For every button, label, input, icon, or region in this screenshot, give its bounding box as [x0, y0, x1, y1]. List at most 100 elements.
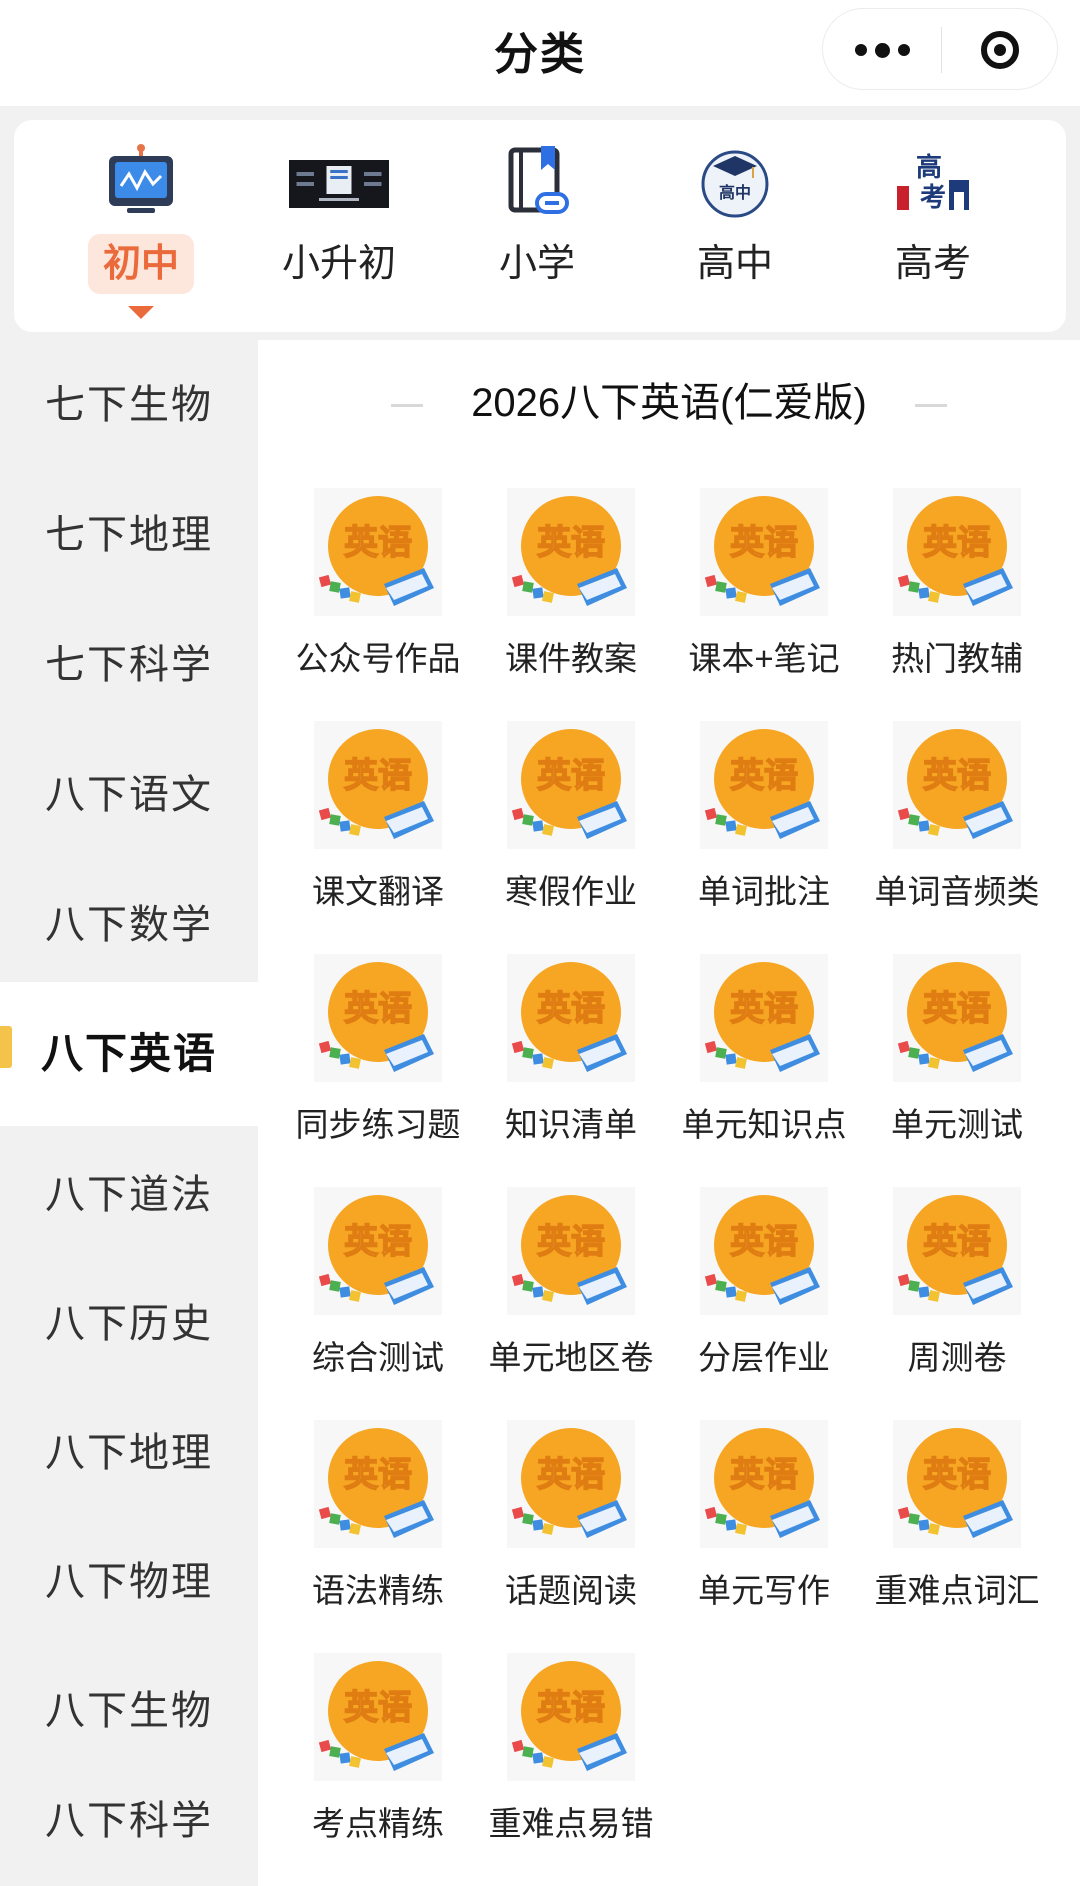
graduation-cap-badge-icon: 高中	[701, 150, 769, 218]
icon-badge-text: 英语	[344, 756, 412, 796]
resource-item[interactable]: 英语 单元知识点	[666, 954, 862, 1154]
resource-label: 重难点易错	[488, 1805, 654, 1842]
gaokao-gate-icon: 高 考	[897, 152, 969, 213]
sidebar-item[interactable]: 七下地理	[0, 470, 258, 600]
english-book-icon: 英语	[314, 1420, 442, 1548]
svg-text:高中: 高中	[719, 183, 751, 202]
icon-badge-text: 英语	[537, 1222, 605, 1262]
resource-item[interactable]: 英语 单元地区卷	[473, 1187, 669, 1387]
resource-label: 单词批注	[698, 873, 830, 910]
english-book-icon: 英语	[700, 954, 828, 1082]
icon-badge-text: 英语	[923, 1222, 991, 1262]
tab-gaokao[interactable]: 高 考 高考	[834, 120, 1032, 332]
icon-badge-text: 英语	[344, 523, 412, 563]
icon-badge-text: 英语	[344, 1222, 412, 1262]
subject-sidebar: 七下生物 七下地理 七下科学 八下语文 八下数学 八下英语 八下道法 八下历史 …	[0, 340, 258, 1886]
sidebar-item[interactable]: 八下语文	[0, 730, 258, 860]
tab-label: 初中	[88, 234, 194, 294]
miniprogram-capsule	[822, 8, 1058, 90]
resource-item[interactable]: 英语 知识清单	[473, 954, 669, 1154]
icon-badge-text: 英语	[537, 1688, 605, 1728]
resource-item[interactable]: 英语 综合测试	[280, 1187, 476, 1387]
resource-item[interactable]: 英语 同步练习题	[280, 954, 476, 1154]
english-book-icon: 英语	[507, 488, 635, 616]
icon-badge-text: 英语	[537, 989, 605, 1029]
miniprogram-close-icon	[981, 31, 1019, 69]
resource-label: 考点精练	[312, 1805, 444, 1842]
icon-badge-text: 英语	[537, 523, 605, 563]
sidebar-item[interactable]: 七下生物	[0, 340, 258, 470]
resource-item[interactable]: 英语 周测卷	[859, 1187, 1055, 1387]
sidebar-item[interactable]: 八下数学	[0, 860, 258, 990]
stage-category-bar: 初中 小升初 小学 高中 高中 高 考 高考	[14, 120, 1066, 332]
monitor-wave-icon	[109, 144, 173, 213]
english-book-icon: 英语	[507, 721, 635, 849]
english-book-icon: 英语	[700, 1187, 828, 1315]
resource-label: 课文翻译	[312, 873, 444, 910]
tab-label: 高考	[894, 243, 971, 285]
resource-label: 知识清单	[505, 1106, 637, 1143]
promo-banner-icon	[289, 160, 389, 208]
sidebar-item[interactable]: 八下科学	[0, 1756, 258, 1886]
english-book-icon: 英语	[700, 488, 828, 616]
resource-item[interactable]: 英语 公众号作品	[280, 488, 476, 688]
resource-item[interactable]: 英语 热门教辅	[859, 488, 1055, 688]
sidebar-item-active[interactable]: 八下英语	[0, 982, 258, 1126]
sidebar-item[interactable]: 七下科学	[0, 600, 258, 730]
english-book-icon: 英语	[507, 1653, 635, 1781]
resource-item[interactable]: 英语 寒假作业	[473, 721, 669, 921]
resource-item[interactable]: 英语 话题阅读	[473, 1420, 669, 1620]
section-title: 2026八下英语(仁爱版)	[258, 370, 1080, 428]
sidebar-item[interactable]: 八下历史	[0, 1259, 258, 1389]
icon-badge-text: 英语	[730, 756, 798, 796]
resource-item[interactable]: 英语 单词音频类	[859, 721, 1055, 921]
tab-junior-high[interactable]: 初中	[42, 120, 240, 332]
english-book-icon: 英语	[314, 488, 442, 616]
resource-item[interactable]: 英语 课本+笔记	[666, 488, 862, 688]
resource-item[interactable]: 英语 单词批注	[666, 721, 862, 921]
resource-item[interactable]: 英语 课文翻译	[280, 721, 476, 921]
icon-badge-text: 英语	[730, 989, 798, 1029]
resource-item[interactable]: 英语 单元测试	[859, 954, 1055, 1154]
resource-label: 单元地区卷	[488, 1339, 654, 1376]
english-book-icon: 英语	[700, 1420, 828, 1548]
resource-item[interactable]: 英语 考点精练	[280, 1653, 476, 1853]
icon-badge-text: 英语	[344, 989, 412, 1029]
svg-text:考: 考	[920, 183, 946, 213]
resource-label: 语法精练	[312, 1572, 444, 1609]
resource-label: 寒假作业	[505, 873, 637, 910]
more-button[interactable]	[823, 9, 941, 91]
tab-label: 高中	[696, 243, 773, 285]
bookmark-link-icon	[508, 146, 569, 214]
icon-badge-text: 英语	[730, 523, 798, 563]
sidebar-item[interactable]: 八下道法	[0, 1130, 258, 1260]
sidebar-item[interactable]: 八下地理	[0, 1388, 258, 1518]
tab-primary-to-junior[interactable]: 小升初	[240, 120, 438, 332]
resource-label: 单词音频类	[874, 873, 1040, 910]
more-dots-icon	[851, 42, 914, 58]
resource-panel: 2026八下英语(仁爱版) 英语 公众号作品 英语 课件教案 英语 课本+笔记 英语 热门教辅…	[258, 340, 1080, 1886]
english-book-icon: 英语	[893, 1420, 1021, 1548]
sidebar-item[interactable]: 八下物理	[0, 1517, 258, 1647]
icon-badge-text: 英语	[730, 1455, 798, 1495]
english-book-icon: 英语	[507, 954, 635, 1082]
resource-item[interactable]: 英语 单元写作	[666, 1420, 862, 1620]
icon-badge-text: 英语	[923, 989, 991, 1029]
english-book-icon: 英语	[314, 954, 442, 1082]
close-button[interactable]	[941, 9, 1059, 91]
resource-label: 同步练习题	[295, 1106, 461, 1143]
english-book-icon: 英语	[314, 721, 442, 849]
resource-item[interactable]: 英语 分层作业	[666, 1187, 862, 1387]
tab-senior-high[interactable]: 高中 高中	[636, 120, 834, 332]
icon-badge-text: 英语	[344, 1455, 412, 1495]
resource-item[interactable]: 英语 重难点易错	[473, 1653, 669, 1853]
resource-item[interactable]: 英语 语法精练	[280, 1420, 476, 1620]
icon-badge-text: 英语	[537, 1455, 605, 1495]
resource-item[interactable]: 英语 课件教案	[473, 488, 669, 688]
resource-item[interactable]: 英语 重难点词汇	[859, 1420, 1055, 1620]
tab-primary[interactable]: 小学	[438, 120, 636, 332]
english-book-icon: 英语	[507, 1187, 635, 1315]
tab-label: 小升初	[281, 243, 396, 285]
resource-label: 单元测试	[891, 1106, 1023, 1143]
resource-label: 综合测试	[312, 1339, 444, 1376]
